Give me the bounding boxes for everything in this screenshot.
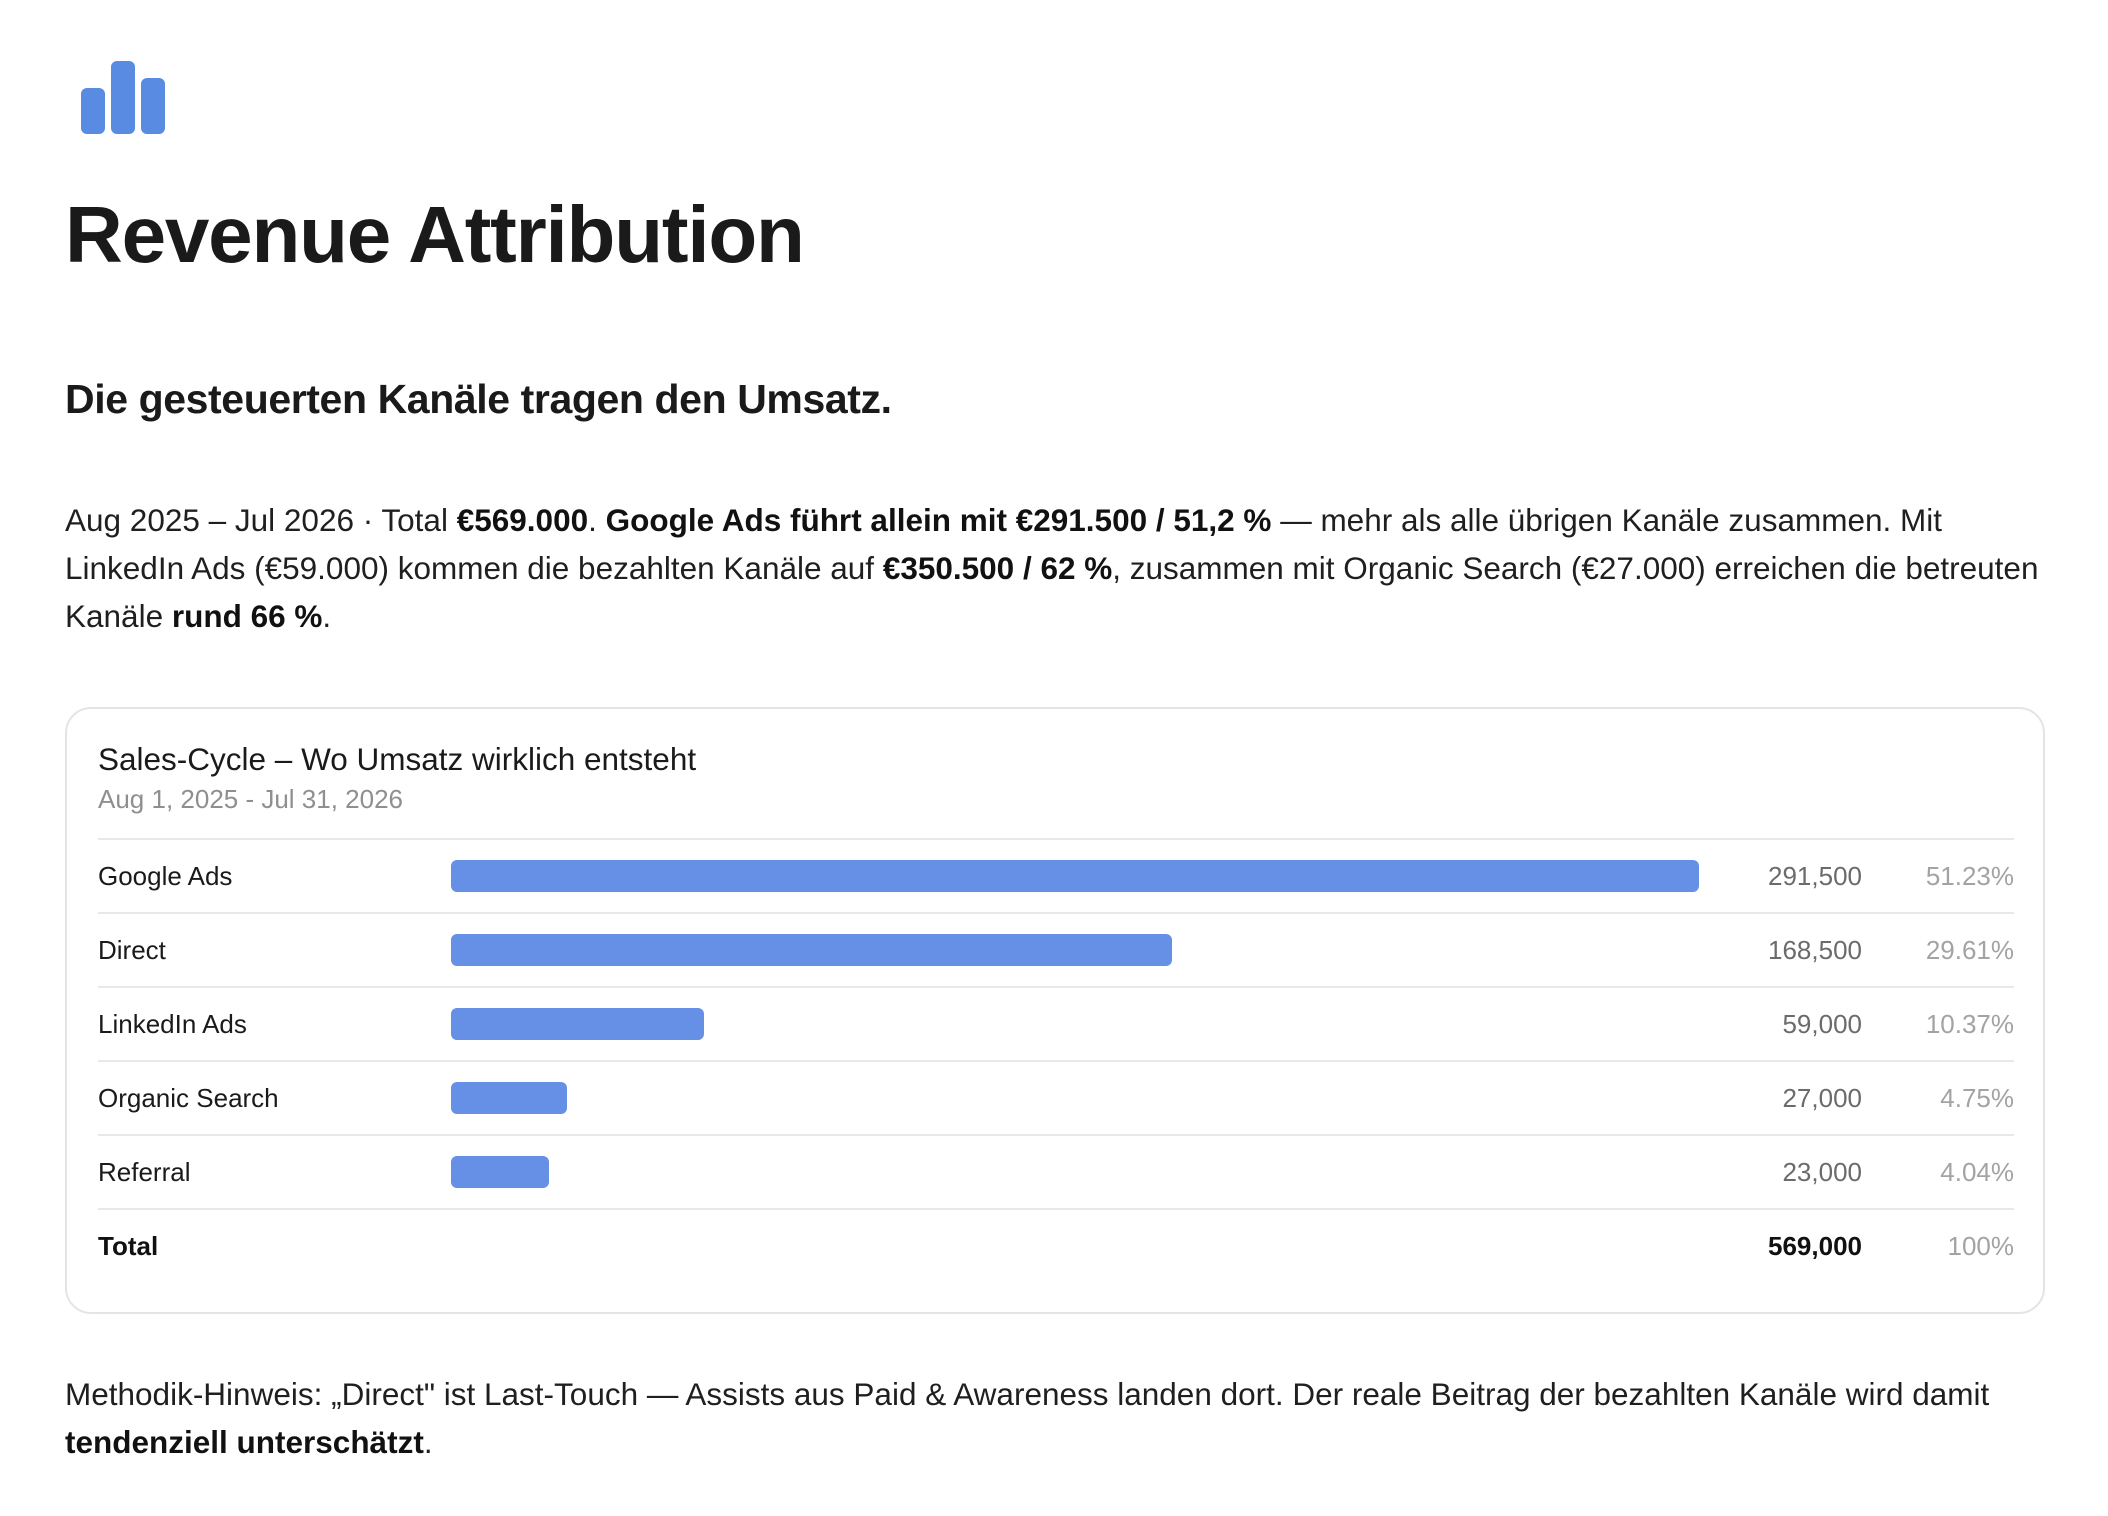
table-row: LinkedIn Ads 59,000 10.37% (98, 986, 2014, 1060)
channel-label: Organic Search (98, 1083, 279, 1113)
chart-table: Google Ads 291,500 51.23% Direct 168,500 29.6… (98, 838, 2014, 1282)
chart-card: Sales-Cycle – Wo Umsatz wirklich entsteh… (65, 707, 2045, 1314)
bar-chart-icon (81, 61, 165, 134)
subheading: Die gesteuerten Kanäle tragen den Umsatz… (65, 376, 892, 422)
percent-label: 4.75% (1940, 1083, 2014, 1113)
value-label: 168,500 (1768, 935, 1862, 965)
value-label: 23,000 (1782, 1157, 1862, 1187)
percent-label: 51.23% (1925, 861, 2014, 891)
intro-text: . (322, 598, 332, 634)
channel-label: Direct (98, 935, 166, 965)
intro-google-ads: Google Ads führt allein mit €291.500 / 5… (605, 502, 1272, 538)
channel-label: Referral (98, 1157, 191, 1187)
note-text: Methodik-Hinweis: „Direct" ist Last-Touc… (65, 1376, 1990, 1412)
bar-track (451, 1156, 1699, 1188)
channel-label: Google Ads (98, 861, 233, 891)
note-text: . (423, 1424, 433, 1460)
bar (451, 1008, 704, 1040)
total-value: 569,000 (1768, 1231, 1862, 1261)
value-label: 59,000 (1782, 1009, 1862, 1039)
chart-date-range: Aug 1, 2025 - Jul 31, 2026 (98, 784, 404, 814)
intro-total: €569.000 (456, 502, 589, 538)
total-row: Total 569,000 100% (98, 1208, 2014, 1282)
table-row: Organic Search 27,000 4.75% (98, 1060, 2014, 1134)
bar-track (451, 1008, 1699, 1040)
note-emphasis: tendenziell unterschätzt (65, 1424, 424, 1460)
intro-text: . (588, 502, 606, 538)
bar (451, 934, 1172, 966)
percent-label: 10.37% (1925, 1009, 2014, 1039)
intro-managed-share: rund 66 % (171, 598, 323, 634)
table-row: Google Ads 291,500 51.23% (98, 838, 2014, 912)
intro-text: Aug 2025 – Jul 2026 · Total (65, 502, 457, 538)
methodology-note: Methodik-Hinweis: „Direct" ist Last-Touc… (65, 1370, 2055, 1466)
intro-paid-total: €350.500 / 62 % (882, 550, 1113, 586)
channel-label: LinkedIn Ads (98, 1009, 247, 1039)
bar-track (451, 1082, 1699, 1114)
total-label: Total (98, 1231, 159, 1261)
bar-track (451, 860, 1699, 892)
percent-label: 29.61% (1925, 935, 2014, 965)
total-percent: 100% (1947, 1231, 2015, 1261)
percent-label: 4.04% (1940, 1157, 2014, 1187)
bar (451, 860, 1699, 892)
chart-title: Sales-Cycle – Wo Umsatz wirklich entsteh… (98, 741, 697, 777)
bar (451, 1156, 549, 1188)
intro-paragraph: Aug 2025 – Jul 2026 · Total €569.000. Go… (65, 496, 2045, 640)
table-row: Direct 168,500 29.61% (98, 912, 2014, 986)
bar-track (451, 934, 1699, 966)
table-row: Referral 23,000 4.04% (98, 1134, 2014, 1208)
value-label: 291,500 (1768, 861, 1862, 891)
bar (451, 1082, 567, 1114)
page-title: Revenue Attribution (65, 190, 805, 279)
value-label: 27,000 (1782, 1083, 1862, 1113)
